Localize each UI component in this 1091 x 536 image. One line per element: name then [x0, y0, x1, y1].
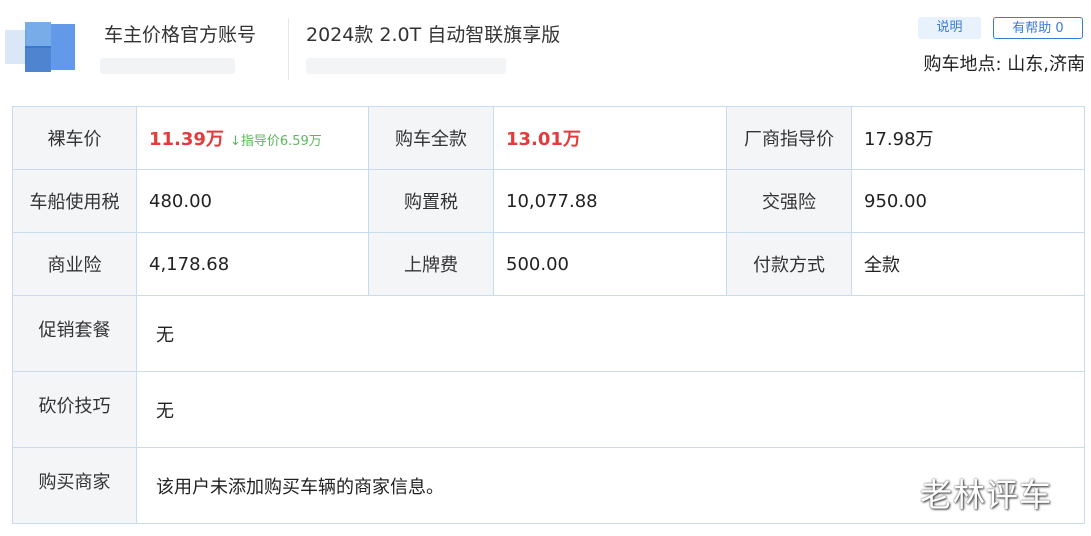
promo-value: 无: [136, 295, 1085, 372]
msrp-discount-hint: ↓指导价6.59万: [229, 134, 322, 149]
bare-price-cell: 11.39万 ↓指导价6.59万: [136, 106, 369, 170]
compulsory-insurance-label: 交强险: [726, 169, 852, 233]
table-row: 商业险 4,178.68 上牌费 500.00 付款方式 全款: [12, 232, 1085, 296]
msrp-value: 17.98万: [851, 106, 1085, 170]
bargain-tips-label: 砍价技巧: [12, 371, 137, 448]
payment-method-value: 全款: [851, 232, 1085, 296]
commercial-insurance-value: 4,178.68: [136, 232, 369, 296]
helpful-button[interactable]: 有帮助 0: [993, 17, 1083, 39]
table-row: 促销套餐 无: [12, 295, 1085, 372]
divider: [288, 18, 289, 80]
username[interactable]: 车主价格官方账号: [104, 20, 256, 47]
bare-price-value: 11.39万: [149, 129, 224, 150]
vehicle-tax-label: 车船使用税: [12, 169, 137, 233]
bargain-tips-value: 无: [136, 371, 1085, 448]
purchase-tax-label: 购置税: [368, 169, 494, 233]
payment-method-label: 付款方式: [726, 232, 852, 296]
table-row: 裸车价 11.39万 ↓指导价6.59万 购车全款 13.01万 厂商指导价 17…: [12, 106, 1085, 170]
purchase-tax-value: 10,077.88: [493, 169, 727, 233]
table-row: 砍价技巧 无: [12, 371, 1085, 448]
msrp-label: 厂商指导价: [726, 106, 852, 170]
car-model[interactable]: 2024款 2.0T 自动智联旗享版: [306, 20, 560, 47]
total-price-cell: 13.01万: [493, 106, 727, 170]
vehicle-tax-value: 480.00: [136, 169, 369, 233]
blurred-info: [100, 58, 235, 74]
watermark: 老林评车: [920, 476, 1053, 514]
bare-price-label: 裸车价: [12, 106, 137, 170]
total-price-value: 13.01万: [506, 129, 581, 150]
post-header: 车主价格官方账号 2024款 2.0T 自动智联旗享版 说明 有帮助 0 购车地…: [0, 0, 1091, 100]
total-price-label: 购车全款: [368, 106, 494, 170]
plate-fee-value: 500.00: [493, 232, 727, 296]
blurred-info: [306, 58, 506, 74]
price-table: 裸车价 11.39万 ↓指导价6.59万 购车全款 13.01万 厂商指导价 17…: [12, 106, 1085, 524]
promo-label: 促销套餐: [12, 295, 137, 372]
table-row: 车船使用税 480.00 购置税 10,077.88 交强险 950.00: [12, 169, 1085, 233]
commercial-insurance-label: 商业险: [12, 232, 137, 296]
compulsory-insurance-value: 950.00: [851, 169, 1085, 233]
dealer-label: 购买商家: [12, 447, 137, 524]
avatar[interactable]: [5, 22, 75, 72]
plate-fee-label: 上牌费: [368, 232, 494, 296]
explain-button[interactable]: 说明: [918, 17, 981, 39]
purchase-location: 购车地点: 山东,济南: [923, 54, 1085, 75]
